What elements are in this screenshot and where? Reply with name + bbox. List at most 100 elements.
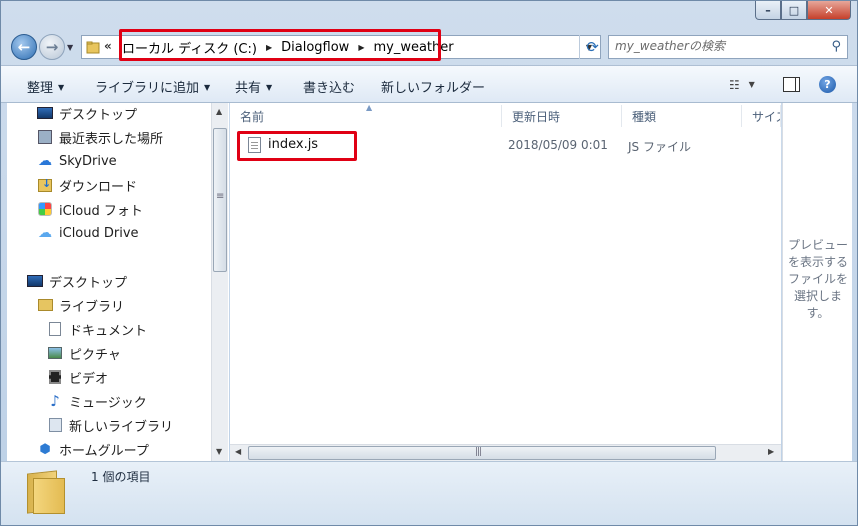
skydrive-cloud-icon: ☁ bbox=[38, 153, 52, 169]
sidebar-item-desktop[interactable]: デスクトップ bbox=[37, 103, 137, 123]
close-button[interactable]: ✕ bbox=[807, 1, 851, 20]
sidebar-item-libraries[interactable]: ライブラリ bbox=[37, 295, 124, 315]
folder-icon bbox=[27, 466, 69, 514]
pictures-icon bbox=[47, 345, 63, 361]
back-button[interactable]: ← bbox=[11, 34, 37, 60]
sidebar-item-recent-places[interactable]: 最近表示した場所 bbox=[37, 127, 163, 147]
organize-menu-button[interactable]: 整理 ▼ bbox=[27, 77, 64, 96]
sidebar-item-label: ダウンロード bbox=[59, 179, 138, 195]
sidebar-item-documents[interactable]: ドキュメント bbox=[47, 319, 147, 339]
column-header-label: 種類 bbox=[632, 109, 657, 124]
sidebar-item-label: SkyDrive bbox=[59, 153, 117, 169]
item-count: 1 個の項目 bbox=[91, 470, 151, 484]
column-header-type[interactable]: 種類 bbox=[622, 105, 742, 127]
file-highlight-annotation bbox=[237, 131, 357, 161]
column-header-label: サイズ bbox=[752, 109, 780, 124]
details-pane: 1 個の項目 bbox=[1, 461, 857, 525]
column-header-size[interactable]: サイズ bbox=[742, 105, 781, 127]
scroll-left-arrow-icon[interactable]: ◀ bbox=[235, 447, 241, 456]
sidebar-item-skydrive[interactable]: ☁ SkyDrive bbox=[37, 151, 117, 171]
column-header-name[interactable]: 名前 ▲ bbox=[230, 103, 502, 127]
search-input[interactable] bbox=[615, 39, 815, 53]
forward-button[interactable]: → bbox=[39, 34, 65, 60]
breadcrumb-highlight-annotation bbox=[119, 29, 441, 61]
file-list-horizontal-scrollbar[interactable]: ◀ ▶ bbox=[230, 444, 781, 461]
help-icon[interactable]: ? bbox=[819, 76, 836, 93]
music-icon: ♪ bbox=[50, 392, 60, 410]
search-icon[interactable]: ⚲ bbox=[831, 39, 841, 54]
share-label: 共有 bbox=[235, 81, 262, 96]
sidebar-item-label: iCloud Drive bbox=[59, 225, 139, 241]
sort-ascending-icon: ▲ bbox=[366, 103, 373, 112]
scrollbar-thumb[interactable] bbox=[213, 128, 227, 272]
sidebar-item-videos[interactable]: ビデオ bbox=[47, 367, 108, 387]
sidebar-item-label: ホームグループ bbox=[59, 443, 149, 459]
documents-icon bbox=[47, 321, 63, 337]
navigation-pane-scrollbar[interactable]: ▲ ▼ bbox=[211, 103, 228, 461]
file-modified: 2018/05/09 0:01 bbox=[508, 138, 608, 152]
column-header-label: 更新日時 bbox=[512, 109, 561, 124]
sidebar-item-label: ライブラリ bbox=[59, 299, 125, 315]
change-view-button[interactable]: ☷ ▼ bbox=[729, 78, 755, 92]
view-options-icon: ☷ bbox=[729, 78, 740, 92]
navigation-pane: デスクトップ 最近表示した場所 ☁ SkyDrive ダウンロード iCloud … bbox=[7, 103, 229, 461]
sidebar-item-label: デスクトップ bbox=[49, 275, 128, 291]
sidebar-item-label: iCloud フォト bbox=[59, 203, 143, 219]
sidebar-item-label: ドキュメント bbox=[69, 323, 148, 339]
sidebar-item-label: 新しいライブラリ bbox=[69, 419, 174, 435]
minimize-icon: – bbox=[765, 3, 771, 17]
sidebar-item-icloud-photos[interactable]: iCloud フォト bbox=[37, 199, 143, 219]
sidebar-item-desktop-root[interactable]: デスクトップ bbox=[27, 271, 127, 291]
chevron-down-icon: ▼ bbox=[204, 83, 211, 92]
icloud-photos-icon bbox=[37, 201, 53, 217]
title-bar: – □ ✕ bbox=[1, 1, 857, 31]
desktop-icon bbox=[27, 273, 43, 289]
chevron-down-icon: ▼ bbox=[58, 83, 65, 92]
homegroup-icon: ⬢ bbox=[39, 441, 51, 457]
new-folder-button[interactable]: 新しいフォルダー bbox=[381, 77, 485, 96]
scrollbar-thumb[interactable] bbox=[248, 446, 716, 460]
videos-icon bbox=[47, 369, 63, 385]
minimize-button[interactable]: – bbox=[755, 1, 781, 20]
breadcrumb-overflow[interactable]: « bbox=[104, 39, 112, 53]
libraries-icon bbox=[37, 297, 53, 313]
recent-pages-dropdown-icon[interactable]: ▼ bbox=[67, 43, 73, 52]
refresh-icon: ⟳ bbox=[586, 38, 599, 56]
chevron-down-icon: ▼ bbox=[266, 83, 273, 92]
scroll-right-arrow-icon[interactable]: ▶ bbox=[768, 447, 774, 456]
preview-pane-toggle-icon[interactable] bbox=[783, 77, 800, 92]
command-bar: 整理 ▼ ライブラリに追加 ▼ 共有 ▼ 書き込む 新しいフォルダー ☷ ▼ ? bbox=[1, 65, 857, 103]
sidebar-item-downloads[interactable]: ダウンロード bbox=[37, 175, 137, 195]
add-to-library-label: ライブラリに追加 bbox=[95, 81, 200, 96]
sidebar-item-music[interactable]: ♪ ミュージック bbox=[47, 391, 147, 411]
sidebar-item-icloud-drive[interactable]: ☁ iCloud Drive bbox=[37, 223, 139, 243]
chevron-down-icon: ▼ bbox=[748, 80, 755, 89]
preview-pane: プレビューを表示するファイルを選択します。 bbox=[782, 103, 852, 461]
file-type: JS ファイル bbox=[628, 140, 691, 154]
scroll-down-arrow-icon[interactable]: ▼ bbox=[216, 447, 222, 456]
maximize-icon: □ bbox=[788, 3, 800, 17]
organize-label: 整理 bbox=[27, 81, 54, 96]
back-arrow-icon: ← bbox=[17, 38, 31, 56]
sidebar-item-pictures[interactable]: ピクチャ bbox=[47, 343, 121, 363]
sidebar-item-label: デスクトップ bbox=[59, 107, 138, 123]
sidebar-item-new-library[interactable]: 新しいライブラリ bbox=[47, 415, 173, 435]
preview-message: プレビューを表示するファイルを選択します。 bbox=[787, 238, 848, 320]
sidebar-item-label: ミュージック bbox=[69, 395, 147, 411]
downloads-folder-icon bbox=[37, 177, 53, 193]
icloud-drive-icon: ☁ bbox=[38, 225, 52, 241]
share-button[interactable]: 共有 ▼ bbox=[235, 77, 272, 96]
column-header-label: 名前 bbox=[240, 109, 265, 124]
sidebar-item-label: ビデオ bbox=[69, 371, 109, 387]
maximize-button[interactable]: □ bbox=[781, 1, 807, 20]
close-icon: ✕ bbox=[824, 3, 834, 17]
desktop-icon bbox=[37, 105, 53, 121]
explorer-window: – □ ✕ ← → ▼ « ローカル ディスク (C:) ▶ Dialogflo… bbox=[0, 0, 858, 526]
column-header-modified[interactable]: 更新日時 bbox=[502, 105, 622, 127]
add-to-library-button[interactable]: ライブラリに追加 ▼ bbox=[95, 77, 210, 96]
scroll-up-arrow-icon[interactable]: ▲ bbox=[216, 107, 222, 116]
search-box[interactable]: ⚲ bbox=[608, 35, 848, 59]
burn-button[interactable]: 書き込む bbox=[303, 77, 355, 96]
sidebar-item-homegroup[interactable]: ⬢ ホームグループ bbox=[37, 439, 149, 459]
refresh-button[interactable]: ⟳ bbox=[579, 35, 605, 59]
